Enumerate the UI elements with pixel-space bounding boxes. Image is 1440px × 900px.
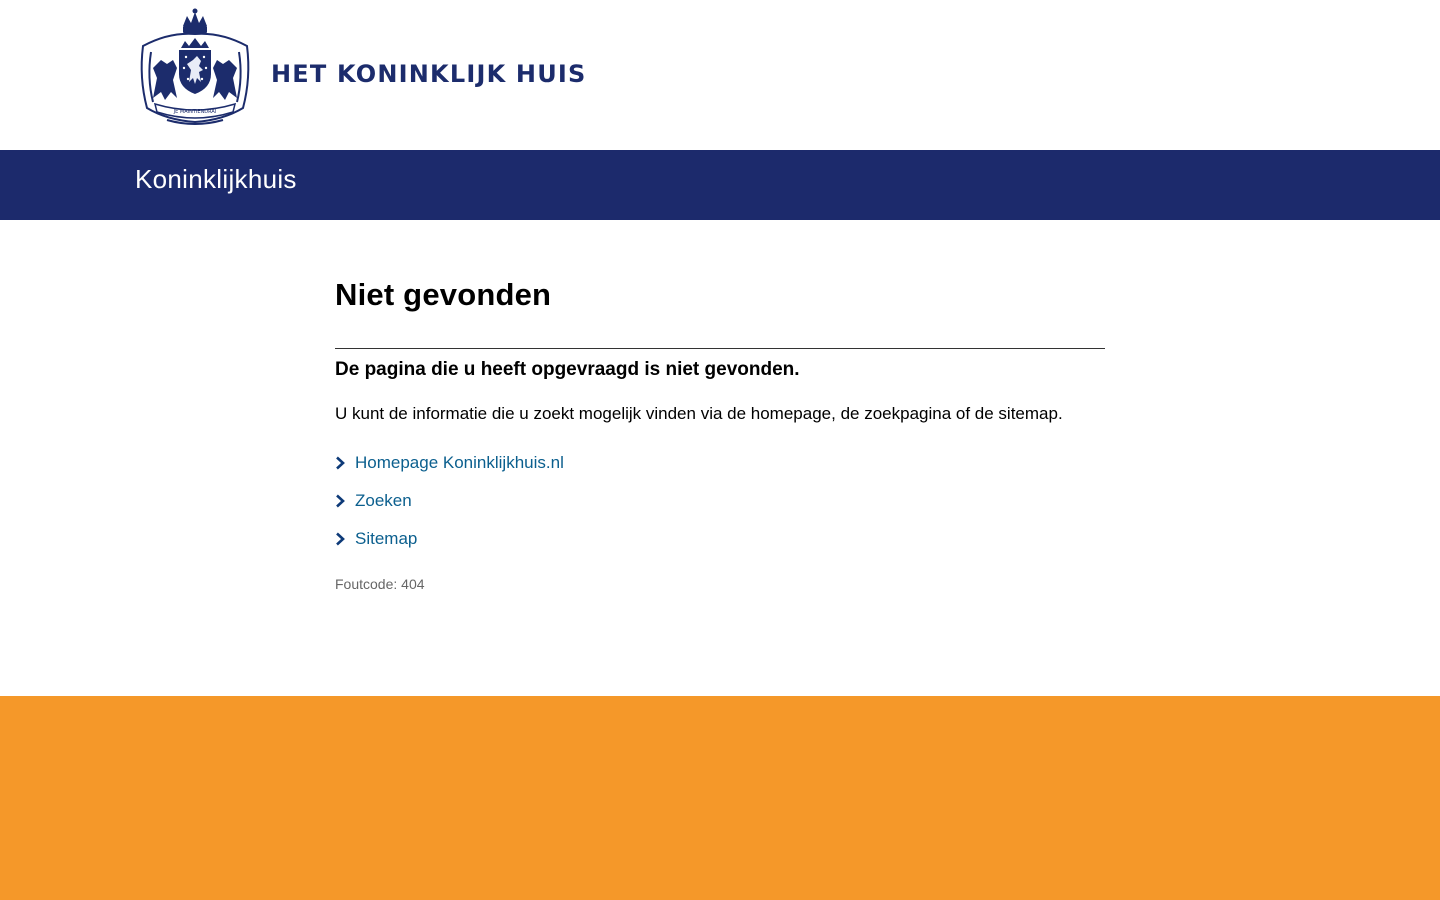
chevron-right-icon: [336, 532, 345, 546]
error-code: Foutcode: 404: [335, 576, 425, 592]
main-content: Niet gevonden De pagina die u heeft opge…: [335, 270, 1105, 592]
home-logo-link[interactable]: JE MAINTIENDRAI HET KONINKLIJK HUIS: [137, 8, 617, 130]
homepage-link-label: Homepage Koninklijkhuis.nl: [355, 453, 564, 472]
title-divider: [335, 348, 1105, 349]
suggestion-links: Homepage Koninklijkhuis.nl Zoeken Sitema…: [335, 450, 564, 564]
list-item: Homepage Koninklijkhuis.nl: [335, 450, 564, 488]
list-item: Sitemap: [335, 526, 564, 564]
site-wordmark: HET KONINKLIJK HUIS: [271, 60, 587, 88]
info-message: U kunt de informatie die u zoekt mogelij…: [335, 404, 1063, 423]
lead-message: De pagina die u heeft opgevraagd is niet…: [335, 359, 800, 380]
page-footer: [0, 696, 1440, 900]
homepage-link[interactable]: Homepage Koninklijkhuis.nl: [335, 450, 564, 476]
crest-motto: JE MAINTIENDRAI: [173, 109, 217, 115]
masthead: JE MAINTIENDRAI HET KONINKLIJK HUIS: [0, 0, 1440, 150]
search-link[interactable]: Zoeken: [335, 488, 564, 514]
site-name-link[interactable]: Koninklijkhuis: [135, 164, 297, 195]
chevron-right-icon: [336, 494, 345, 508]
chevron-right-icon: [336, 456, 345, 470]
page-title: Niet gevonden: [335, 277, 552, 312]
search-link-label: Zoeken: [355, 491, 412, 510]
sitemap-link-label: Sitemap: [355, 529, 418, 548]
sitemap-link[interactable]: Sitemap: [335, 526, 564, 552]
top-navbar: Koninklijkhuis: [0, 150, 1440, 220]
list-item: Zoeken: [335, 488, 564, 526]
royal-coat-of-arms-icon: JE MAINTIENDRAI: [140, 8, 250, 125]
